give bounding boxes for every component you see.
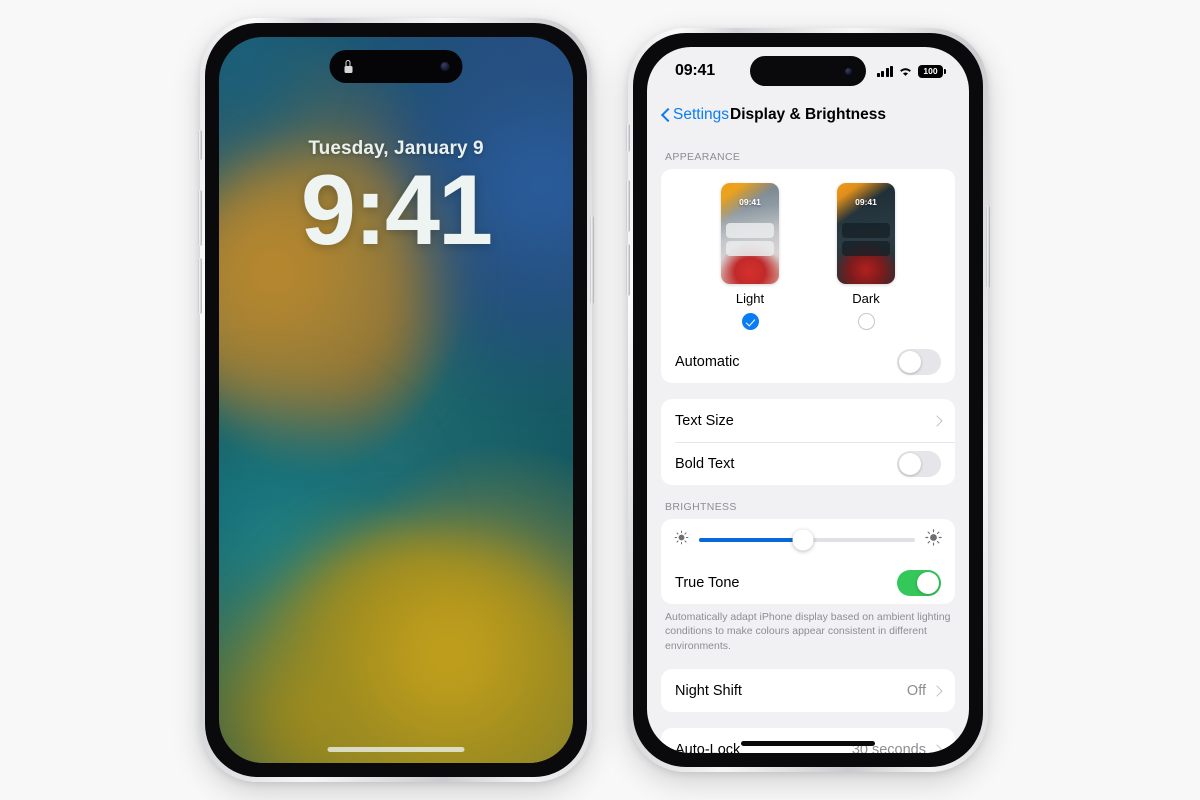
- thumbnail-time-dark: 09:41: [855, 197, 877, 207]
- settings-list[interactable]: APPEARANCE 09:41 Light 09:41 Dark Automa…: [647, 135, 969, 753]
- brightness-slider-track[interactable]: [699, 529, 915, 551]
- true-tone-footnote: Automatically adapt iPhone display based…: [665, 611, 951, 652]
- battery-indicator: 100: [918, 64, 946, 78]
- ring-silent-switch[interactable]: [198, 130, 202, 160]
- device-bezel-2: 09:41 100 Settings Display & Brightness …: [633, 33, 983, 767]
- lock-screen-time: 9:41: [300, 154, 493, 265]
- dark-mode-preview-thumbnail[interactable]: 09:41: [837, 183, 895, 284]
- front-camera-dot-2: [845, 67, 852, 75]
- thumbnail-notification-card: [726, 241, 774, 256]
- row-true-tone[interactable]: True Tone: [661, 561, 955, 604]
- settings-screen: 09:41 100 Settings Display & Brightness …: [647, 47, 969, 753]
- light-mode-preview-thumbnail[interactable]: 09:41: [721, 183, 779, 284]
- wifi-icon: [898, 66, 913, 77]
- thumbnail-time-light: 09:41: [739, 197, 761, 207]
- volume-up-button-2[interactable]: [626, 180, 630, 232]
- back-to-settings-button[interactable]: Settings: [661, 106, 729, 124]
- status-bar-indicators: 100: [876, 64, 946, 78]
- appearance-option-light[interactable]: 09:41 Light: [720, 183, 780, 330]
- brightness-slider-thumb[interactable]: [792, 529, 814, 551]
- brightness-section-header: BRIGHTNESS: [665, 501, 737, 513]
- volume-down-button[interactable]: [198, 258, 202, 314]
- chevron-right-icon: [931, 414, 943, 427]
- dynamic-island[interactable]: [329, 50, 463, 83]
- navigation-bar: Settings Display & Brightness: [647, 95, 969, 135]
- ring-silent-switch-2[interactable]: [626, 124, 630, 152]
- chevron-right-icon: [931, 744, 943, 753]
- brightness-low-icon: [674, 530, 689, 550]
- automatic-toggle[interactable]: [897, 348, 941, 375]
- light-radio-checked[interactable]: [741, 313, 759, 330]
- signal-bars-icon: [876, 65, 893, 77]
- true-tone-label: True Tone: [675, 574, 740, 591]
- automatic-label: Automatic: [675, 353, 740, 370]
- night-shift-label: Night Shift: [675, 682, 742, 699]
- brightness-slider-fill: [699, 538, 803, 542]
- brightness-high-icon: [925, 529, 942, 551]
- night-shift-value: Off: [906, 682, 926, 699]
- row-night-shift[interactable]: Night Shift Off: [661, 669, 955, 712]
- light-option-label: Light: [735, 291, 765, 306]
- dynamic-island-2[interactable]: [750, 56, 866, 86]
- appearance-option-dark[interactable]: 09:41 Dark: [836, 183, 896, 330]
- brightness-slider-row[interactable]: [661, 519, 955, 561]
- night-shift-card: Night Shift Off: [661, 669, 955, 713]
- appearance-card: 09:41 Light 09:41 Dark Automatic: [661, 169, 955, 383]
- row-automatic[interactable]: Automatic: [661, 340, 955, 383]
- appearance-picker: 09:41 Light 09:41 Dark: [661, 169, 955, 340]
- appearance-section-header: APPEARANCE: [665, 151, 741, 163]
- true-tone-toggle[interactable]: [897, 569, 941, 596]
- text-options-card: Text Size Bold Text: [661, 399, 955, 485]
- dark-option-label: Dark: [852, 291, 880, 306]
- chevron-left-icon: [661, 108, 669, 122]
- volume-down-button-2[interactable]: [626, 244, 630, 296]
- iphone-settings-device: 09:41 100 Settings Display & Brightness …: [626, 28, 990, 772]
- row-bold-text[interactable]: Bold Text: [661, 442, 955, 485]
- row-text-size[interactable]: Text Size: [661, 399, 955, 442]
- volume-up-button[interactable]: [198, 190, 202, 246]
- power-button-2[interactable]: [986, 206, 990, 288]
- thumbnail-notification-card: [842, 241, 890, 256]
- lock-icon: [343, 60, 354, 73]
- device-bezel: Tuesday, January 9 9:41: [205, 23, 587, 777]
- lock-screen[interactable]: Tuesday, January 9 9:41: [219, 37, 573, 763]
- chevron-right-icon: [931, 685, 943, 697]
- back-button-label: Settings: [673, 106, 730, 123]
- bold-text-label: Bold Text: [675, 455, 735, 472]
- status-bar: 09:41 100: [647, 47, 969, 95]
- brightness-card: True Tone: [661, 519, 955, 604]
- status-bar-time: 09:41: [675, 62, 715, 79]
- bold-text-toggle[interactable]: [897, 450, 941, 477]
- thumbnail-notification-card: [726, 223, 774, 238]
- front-camera-dot: [440, 62, 450, 71]
- dark-radio-unchecked[interactable]: [857, 313, 875, 330]
- home-indicator[interactable]: [327, 747, 465, 752]
- thumbnail-notification-card: [842, 223, 890, 238]
- text-size-label: Text Size: [675, 412, 734, 429]
- iphone-lock-screen-device: Tuesday, January 9 9:41: [198, 18, 594, 782]
- home-indicator-2[interactable]: [741, 741, 875, 746]
- power-button[interactable]: [590, 216, 594, 304]
